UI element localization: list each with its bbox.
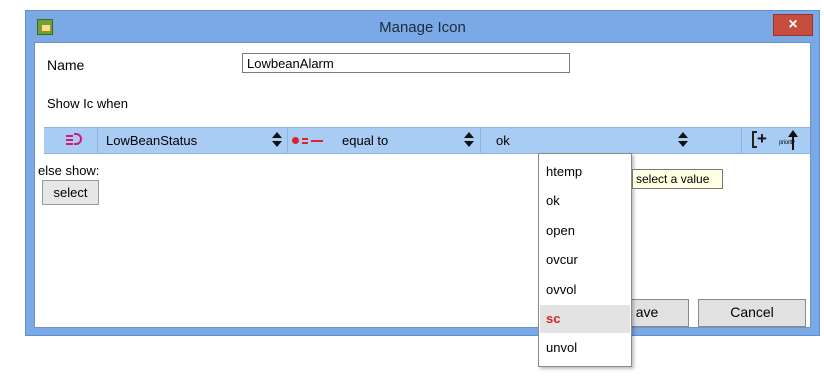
dropdown-option[interactable]: ovcur (540, 246, 630, 274)
close-button[interactable]: × (773, 14, 813, 36)
cancel-button[interactable]: Cancel (698, 299, 806, 327)
dropdown-option[interactable]: ovvol (540, 276, 630, 304)
dropdown-option-highlighted[interactable]: sc (540, 305, 630, 333)
name-input[interactable] (242, 53, 570, 73)
value-spinner-icon[interactable] (678, 132, 688, 148)
operator-spinner-icon[interactable] (464, 132, 474, 148)
dropdown-option[interactable]: unvol (540, 334, 630, 362)
add-condition-icon[interactable]: + (752, 129, 770, 149)
condition-row: LowBeanStatus equal to ok + priority (44, 127, 810, 154)
priority-icon[interactable]: priority (777, 130, 811, 151)
equal-operator-icon (292, 136, 326, 146)
window-title: Manage Icon (379, 19, 466, 36)
signal-select[interactable]: LowBeanStatus (106, 133, 197, 148)
tooltip: select a value (632, 169, 723, 189)
select-button[interactable]: select (42, 180, 99, 205)
signal-spinner-icon[interactable] (272, 132, 282, 148)
operator-select[interactable]: equal to (342, 133, 388, 148)
show-when-label: Show Ic when (47, 96, 128, 111)
dropdown-option[interactable]: open (540, 217, 630, 245)
value-dropdown-list: htemp ok open ovcur ovvol sc unvol (538, 153, 632, 367)
dropdown-option[interactable]: htemp (540, 158, 630, 186)
name-label: Name (47, 57, 85, 73)
low-beam-lamp-icon (66, 132, 86, 148)
value-select[interactable]: ok (496, 133, 510, 148)
else-show-label: else show: (38, 163, 100, 178)
dropdown-option[interactable]: ok (540, 187, 630, 215)
title-bar[interactable]: Manage Icon × (26, 11, 819, 42)
